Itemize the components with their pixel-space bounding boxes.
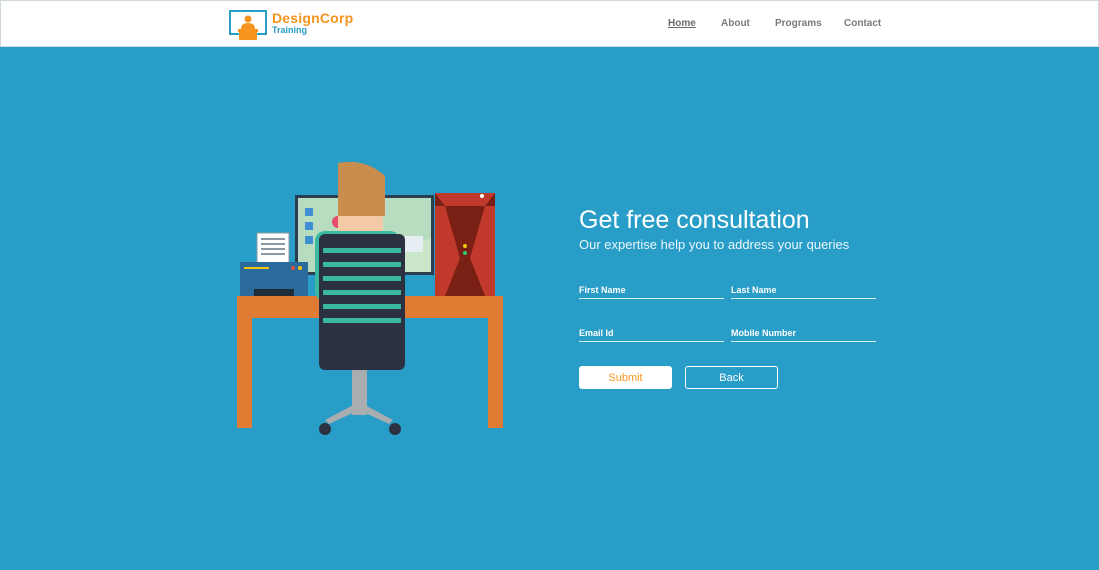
brand-name: DesignCorp (272, 10, 354, 26)
person-at-computer-desk-illustration (235, 158, 505, 438)
submit-button[interactable]: Submit (579, 366, 672, 389)
nav-about[interactable]: About (721, 18, 750, 29)
brand-logo[interactable]: DesignCorp Training (229, 9, 359, 41)
nav-home[interactable]: Home (668, 18, 696, 29)
nav-contact[interactable]: Contact (844, 18, 881, 29)
brand-tagline: Training (272, 25, 308, 35)
presenter-at-screen-icon (229, 10, 267, 40)
form-subtitle: Our expertise help you to address your q… (579, 237, 850, 252)
mobile-number-field[interactable] (731, 325, 876, 342)
last-name-field[interactable] (731, 282, 876, 299)
back-button[interactable]: Back (685, 366, 778, 389)
first-name-field[interactable] (579, 282, 724, 299)
form-title: Get free consultation (579, 206, 810, 234)
nav-programs[interactable]: Programs (775, 18, 822, 29)
site-header: DesignCorp Training Home About Programs … (0, 0, 1099, 47)
email-field[interactable] (579, 325, 724, 342)
